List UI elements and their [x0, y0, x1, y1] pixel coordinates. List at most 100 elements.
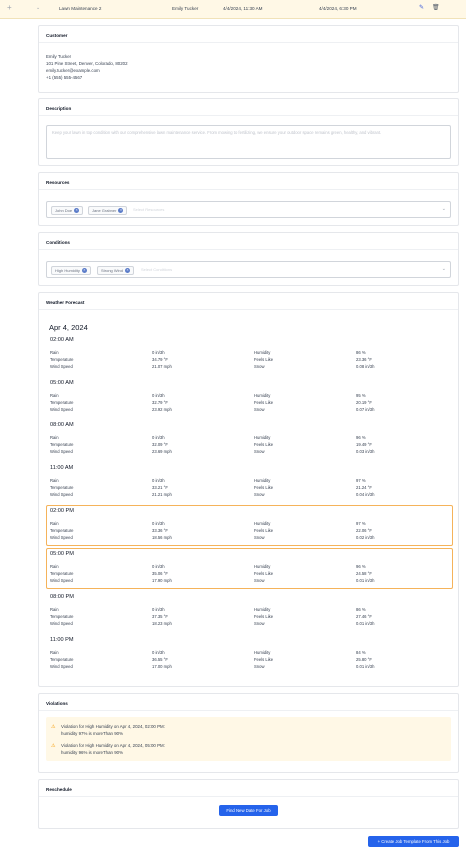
forecast-label: Wind Speed [50, 364, 73, 369]
forecast-value: 23.92 mph [152, 407, 172, 412]
forecast-label: Rain [50, 478, 59, 483]
forecast-label: Rain [50, 564, 59, 569]
forecast-value: 21.24 °F [356, 485, 372, 490]
forecast-label: Snow [254, 535, 265, 540]
forecast-block: 08:00 AM Rain 0 in/3h Humidity 96 % Temperatu… [46, 419, 453, 460]
find-new-date-button[interactable]: Find New Date For Job [219, 805, 278, 816]
weather-card: Weather Forecast Apr 4, 2024 02:00 AM Rai… [38, 292, 459, 687]
task-row[interactable]: + ⌄ Lawn Maintenance 2 Emily Tucker 4/4/… [0, 0, 466, 19]
forecast-value: 0.01 in/3h [356, 621, 375, 626]
forecast-label: Wind Speed [50, 578, 73, 583]
conditions-card: Conditions High Humidity × Strong Wind ×… [38, 232, 459, 286]
forecast-value: 0 in/3h [152, 350, 165, 355]
resources-card: Resources John Doe × Jane Grabner × Sele… [38, 172, 459, 226]
chevron-down-icon[interactable]: ⌄ [442, 266, 446, 272]
forecast-value: 0 in/3h [152, 650, 165, 655]
forecast-value: 0 in/3h [152, 564, 165, 569]
conditions-select[interactable]: High Humidity × Strong Wind × Select Con… [46, 261, 451, 278]
forecast-label: Feels Like [254, 571, 274, 576]
forecast-value: 33.21 °F [152, 485, 168, 490]
forecast-value: 0.01 in/3h [356, 578, 375, 583]
resources-select[interactable]: John Doe × Jane Grabner × Select Resourc… [46, 201, 451, 218]
forecast-label: Wind Speed [50, 407, 73, 412]
forecast-value: 37.35 °F [152, 614, 168, 619]
chevron-down-icon[interactable]: ⌄ [442, 206, 446, 212]
task-name: Lawn Maintenance 2 [59, 6, 102, 11]
divider [39, 42, 458, 43]
violation-headline: Violation for High Humidity on Apr 4, 20… [61, 724, 165, 729]
forecast-block: 08:00 PM Rain 0 in/3h Humidity 86 % Temperatu… [46, 591, 453, 632]
forecast-value: 0 in/3h [152, 393, 165, 398]
divider [39, 796, 458, 797]
create-template-button[interactable]: + Create Job Template From This Job [368, 836, 459, 847]
trash-icon[interactable]: 🗑 [432, 4, 440, 11]
divider [39, 309, 458, 310]
forecast-value: 0 in/3h [152, 435, 165, 440]
forecast-label: Rain [50, 607, 59, 612]
conditions-placeholder: Select Conditions [141, 267, 173, 272]
forecast-value: 0.03 in/3h [356, 449, 375, 454]
resources-title: Resources [46, 180, 70, 185]
forecast-time: 08:00 AM [50, 422, 74, 428]
conditions-title: Conditions [46, 240, 70, 245]
forecast-value: 21.07 mph [152, 364, 172, 369]
customer-title: Customer [46, 33, 68, 38]
forecast-label: Feels Like [254, 657, 274, 662]
weather-title: Weather Forecast [46, 300, 85, 305]
violations-card: Violations ⚠ Violation for High Humidity… [38, 693, 459, 773]
forecast-label: Humidity [254, 478, 271, 483]
forecast-value: 19.49 °F [356, 442, 372, 447]
forecast-value: 22.06 °F [356, 528, 372, 533]
divider [39, 249, 458, 250]
condition-chip-label: High Humidity [55, 268, 80, 273]
resource-chip: John Doe × [51, 206, 84, 215]
forecast-label: Humidity [254, 435, 271, 440]
forecast-value: 36.55 °F [152, 657, 168, 662]
divider [39, 710, 458, 711]
forecast-label: Snow [254, 407, 265, 412]
forecast-value: 0 in/3h [152, 521, 165, 526]
remove-chip-icon[interactable]: × [81, 268, 87, 273]
forecast-label: Rain [50, 650, 59, 655]
forecast-block: 02:00 PM Rain 0 in/3h Humidity 97 % Temperatu… [46, 505, 453, 546]
forecast-block: 11:00 AM Rain 0 in/3h Humidity 97 % Temperatu… [46, 462, 453, 503]
remove-chip-icon[interactable]: × [125, 268, 131, 273]
resources-placeholder: Select Resources [133, 207, 165, 212]
forecast-time: 02:00 AM [50, 337, 74, 343]
violations-title: Violations [46, 701, 68, 706]
forecast-value: 32.09 °F [152, 442, 168, 447]
edit-icon[interactable]: ✎ [419, 4, 424, 11]
description-textarea[interactable]: Keep your lawn in top condition with our… [46, 125, 451, 159]
forecast-label: Humidity [254, 607, 271, 612]
forecast-block: 02:00 AM Rain 0 in/3h Humidity 86 % Temperatu… [46, 334, 453, 375]
resource-chip-label: John Doe [55, 208, 73, 213]
remove-chip-icon[interactable]: × [118, 208, 124, 213]
chevron-down-icon[interactable]: ⌄ [36, 5, 40, 11]
reschedule-title: Reschedule [46, 787, 72, 792]
forecast-label: Temperature [50, 357, 74, 362]
forecast-value: 33.36 °F [152, 528, 168, 533]
forecast-value: 96 % [356, 435, 366, 440]
forecast-label: Feels Like [254, 357, 274, 362]
forecast-label: Feels Like [254, 400, 274, 405]
forecast-time: 08:00 PM [50, 594, 74, 600]
forecast-value: 84 % [356, 650, 366, 655]
customer-email: emily.tucker@example.com [46, 68, 100, 73]
forecast-label: Humidity [254, 564, 271, 569]
divider [39, 115, 458, 116]
forecast-value: 17.00 mph [152, 664, 172, 669]
forecast-label: Wind Speed [50, 621, 73, 626]
forecast-time: 11:00 PM [50, 637, 74, 643]
forecast-value: 95 % [356, 393, 366, 398]
forecast-label: Wind Speed [50, 449, 73, 454]
forecast-time: 02:00 PM [50, 508, 74, 514]
violation-detail: humidity 97% is moreThan 90% [61, 731, 123, 736]
forecast-label: Feels Like [254, 614, 274, 619]
forecast-label: Humidity [254, 521, 271, 526]
forecast-value: 0.01 in/3h [356, 664, 375, 669]
forecast-value: 0 in/3h [152, 478, 165, 483]
forecast-value: 17.90 mph [152, 578, 172, 583]
expand-plus-icon[interactable]: + [7, 3, 12, 12]
warning-icon: ⚠ [51, 724, 56, 730]
remove-chip-icon[interactable]: × [74, 208, 80, 213]
